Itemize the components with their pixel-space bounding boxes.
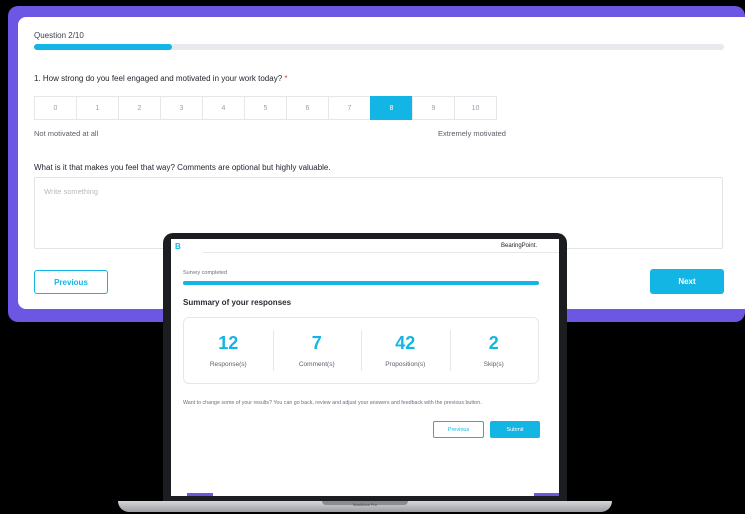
scale-option-4[interactable]: 4 (202, 96, 245, 120)
app-logo: B (175, 242, 181, 251)
review-note: Want to change some of your results? You… (183, 400, 482, 406)
brand-logo: BearingPoint. (501, 243, 538, 249)
scale-option-0[interactable]: 0 (34, 96, 77, 120)
stat-label: Skip(s) (483, 360, 504, 368)
rating-scale: 0 1 2 3 4 5 6 7 8 9 10 (34, 96, 497, 120)
summary-previous-button[interactable]: Previous (433, 421, 484, 438)
completion-progress-fill (183, 281, 539, 285)
previous-button[interactable]: Previous (34, 270, 108, 294)
question-title: 1. How strong do you feel engaged and mo… (34, 74, 288, 83)
scale-option-1[interactable]: 1 (76, 96, 119, 120)
question-text: 1. How strong do you feel engaged and mo… (34, 74, 283, 83)
scale-option-5[interactable]: 5 (244, 96, 287, 120)
summary-stats: 12 Response(s) 7 Comment(s) 42 Propositi… (183, 317, 539, 384)
required-mark: * (284, 74, 288, 83)
comment-question: What is it that makes you feel that way?… (34, 163, 331, 172)
laptop-screen: B BearingPoint. Survey completed Summary… (171, 239, 559, 496)
completion-progress-bar (183, 281, 539, 285)
scale-option-6[interactable]: 6 (286, 96, 329, 120)
stat-value: 2 (488, 332, 499, 353)
device-label: MacBook Pro (352, 502, 377, 507)
survey-progress-bar (34, 44, 724, 50)
stat-skips: 2 Skip(s) (449, 318, 539, 383)
header-divider (203, 252, 559, 253)
scale-option-7[interactable]: 7 (328, 96, 371, 120)
scale-min-label: Not motivated at all (34, 129, 99, 138)
survey-status: Survey completed (183, 270, 228, 276)
stat-label: Proposition(s) (385, 360, 426, 368)
stat-comments: 7 Comment(s) (272, 318, 362, 383)
footer-accent-left (187, 493, 213, 496)
scale-option-9[interactable]: 9 (412, 96, 455, 120)
scale-option-2[interactable]: 2 (118, 96, 161, 120)
stat-responses: 12 Response(s) (184, 318, 273, 383)
scale-option-10[interactable]: 10 (454, 96, 497, 120)
stat-value: 12 (218, 332, 239, 353)
question-counter: Question 2/10 (34, 31, 84, 40)
stat-propositions: 42 Proposition(s) (361, 318, 450, 383)
stat-label: Response(s) (209, 360, 247, 368)
scale-option-3[interactable]: 3 (160, 96, 203, 120)
stat-label: Comment(s) (298, 360, 335, 368)
scale-option-8[interactable]: 8 (370, 96, 413, 120)
summary-title: Summary of your responses (183, 298, 292, 307)
scale-max-label: Extremely motivated (438, 129, 506, 138)
stat-value: 7 (311, 332, 322, 353)
stat-value: 42 (395, 332, 416, 353)
survey-progress-fill (34, 44, 172, 50)
next-button[interactable]: Next (650, 269, 724, 294)
footer-accent-right (534, 493, 559, 496)
submit-button[interactable]: Submit (490, 421, 540, 438)
